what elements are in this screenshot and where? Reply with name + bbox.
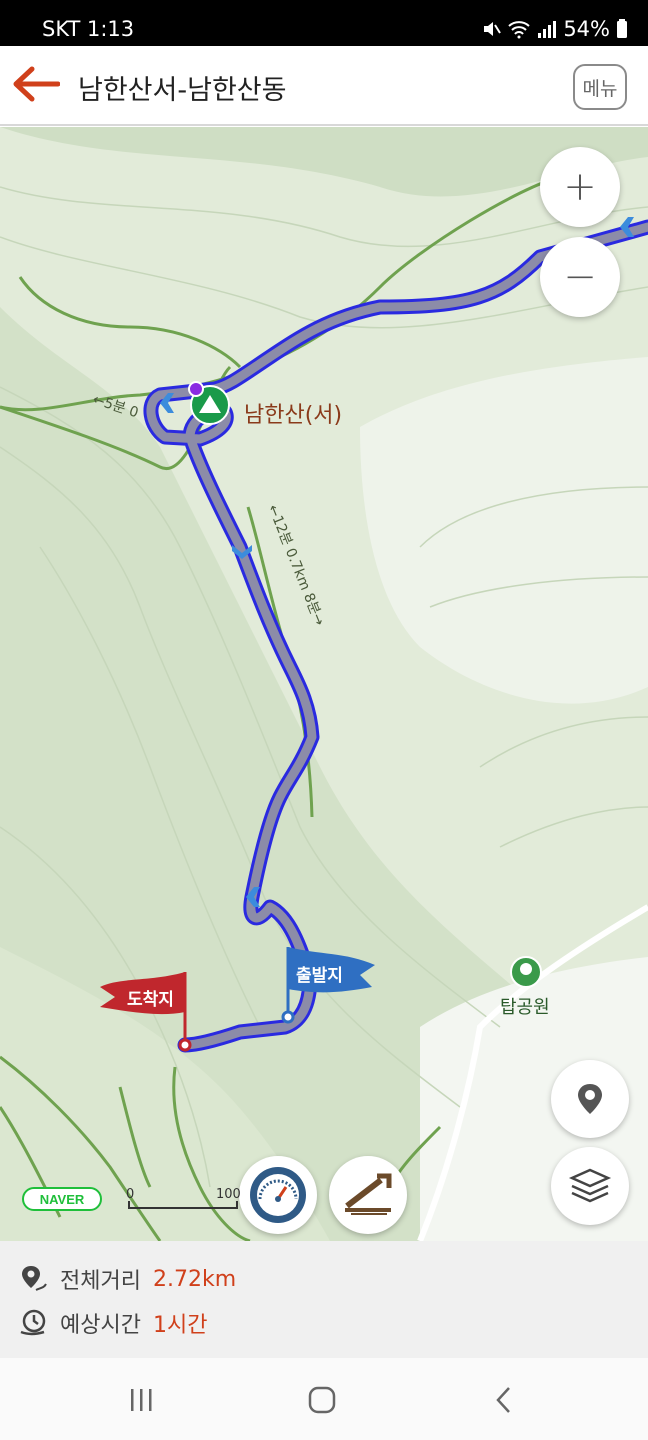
system-nav-bar [0, 1358, 648, 1440]
time-row: 예상시간 1시간 [18, 1307, 207, 1339]
page-title: 남한산서-남한산동 [78, 75, 287, 106]
recent-apps-button[interactable] [112, 1378, 172, 1422]
home-button[interactable] [292, 1378, 352, 1422]
app-bar: 남한산서-남한산동 메뉴 [0, 46, 648, 126]
end-flag-label: 도착지 [127, 990, 174, 1010]
status-icons: 54% [481, 17, 628, 41]
menu-button[interactable]: 메뉴 [573, 64, 627, 110]
time-label: 예상시간 [60, 1313, 141, 1338]
waypoint-marker-icon [188, 381, 204, 397]
distance-label: 전체거리 [60, 1269, 141, 1294]
chevron-left-icon [496, 1387, 510, 1413]
naver-logo: NAVER [22, 1187, 102, 1211]
route-info-panel: 전체거리 2.72km 예상시간 1시간 [0, 1241, 648, 1358]
layers-button[interactable] [551, 1147, 629, 1225]
back-nav-button[interactable] [474, 1378, 534, 1422]
scale-zero-label: 0 [126, 1187, 135, 1202]
status-time: SKT 1:13 [42, 17, 135, 41]
time-value: 1시간 [152, 1313, 208, 1338]
back-button[interactable] [10, 64, 66, 108]
zoom-out-button[interactable]: − [540, 237, 620, 317]
recent-apps-icon [131, 1389, 152, 1411]
home-icon [308, 1386, 336, 1414]
peak-label: 남한산(서) [244, 403, 343, 428]
wifi-icon [508, 21, 530, 39]
elevation-icon [345, 1173, 392, 1215]
park-label: 탑공원 [500, 997, 550, 1018]
distance-pin-icon [22, 1266, 47, 1291]
start-flag-label: 출발지 [296, 966, 343, 986]
mute-icon [484, 22, 502, 36]
speedometer-icon [250, 1167, 306, 1223]
distance-value: 2.72km [152, 1266, 237, 1292]
distance-row: 전체거리 2.72km [18, 1263, 236, 1295]
speedometer-button[interactable] [239, 1156, 317, 1234]
scale-max-label: 100 [216, 1187, 241, 1202]
elevation-profile-button[interactable] [329, 1156, 407, 1234]
map-view[interactable]: ←12분 0.7km 8분→ ←5분 0 도착지 출발지 남한산(서) 탑공원 … [0, 127, 648, 1241]
back-arrow-icon [13, 66, 61, 102]
clock-icon [20, 1309, 46, 1336]
park-marker-icon [510, 956, 542, 988]
location-pin-icon [578, 1084, 602, 1114]
zoom-in-button[interactable]: + [540, 147, 620, 227]
signal-icon [538, 21, 557, 38]
my-location-button[interactable] [551, 1060, 629, 1138]
battery-percent: 54% [563, 17, 610, 41]
layers-icon [568, 1168, 612, 1203]
battery-icon [617, 19, 627, 38]
map-scale: 0 100 [126, 1187, 241, 1213]
